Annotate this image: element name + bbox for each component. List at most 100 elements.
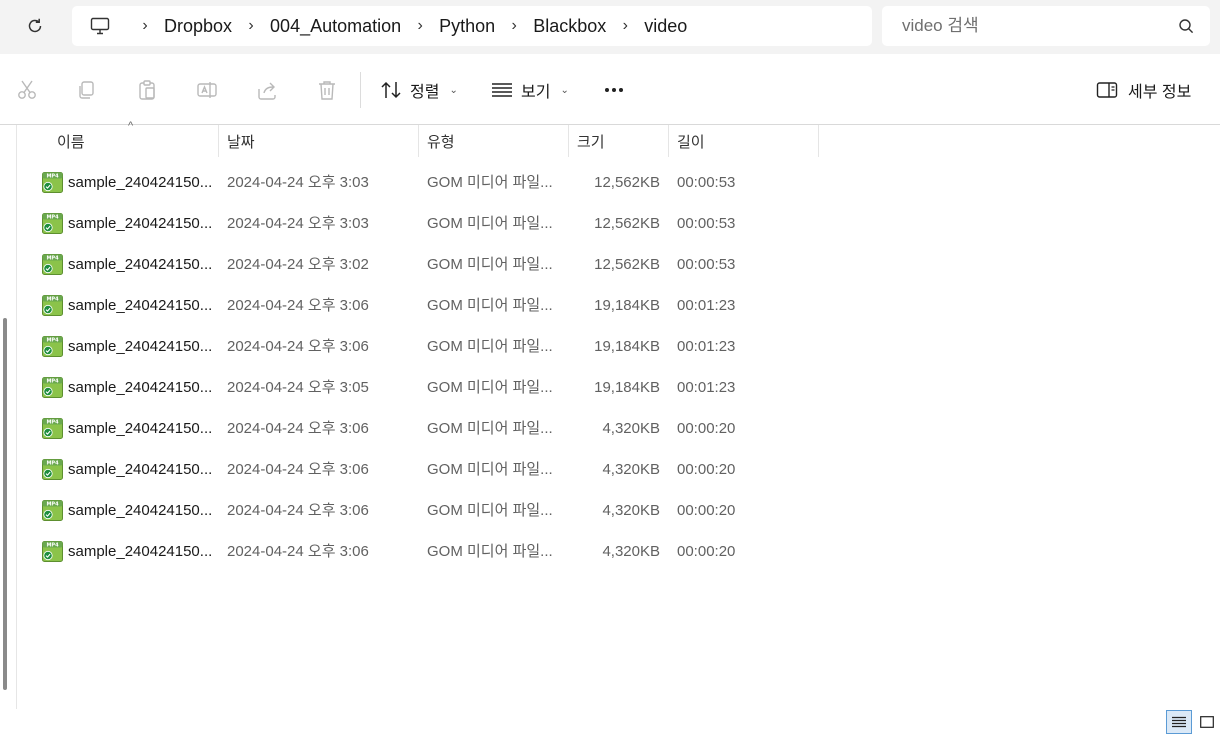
large-icons-view-toggle[interactable] — [1196, 710, 1218, 734]
view-button[interactable]: 보기 ⌄ — [491, 72, 569, 108]
trash-icon — [319, 81, 335, 100]
copy-icon — [79, 81, 94, 99]
refresh-button[interactable] — [18, 10, 52, 42]
file-length: 00:01:23 — [677, 379, 736, 396]
sort-icon — [381, 81, 401, 99]
file-type: GOM 미디어 파일... — [427, 502, 553, 519]
file-row[interactable]: MP4 sample_240424150... 2024-04-24 오후 3:06… — [36, 531, 816, 572]
file-explorer-window: › Dropbox › 004_Automation › Python › Bl… — [0, 0, 1220, 734]
cut-button[interactable] — [13, 76, 41, 104]
share-button[interactable] — [253, 76, 281, 104]
column-header-length-label: 길이 — [677, 133, 705, 151]
mp4-icon-label: MP4 — [46, 461, 59, 467]
breadcrumb: › Dropbox › 004_Automation › Python › Bl… — [72, 6, 872, 46]
file-type: GOM 미디어 파일... — [427, 461, 553, 478]
search-box[interactable] — [882, 6, 1210, 46]
file-row[interactable]: MP4 sample_240424150... 2024-04-24 오후 3:03… — [36, 162, 816, 203]
file-row[interactable]: MP4 sample_240424150... 2024-04-24 오후 3:06… — [36, 490, 816, 531]
clipboard-icon — [139, 80, 155, 100]
chevron-right-icon[interactable]: › — [608, 6, 642, 46]
search-icon[interactable] — [1178, 18, 1194, 34]
chevron-right-icon[interactable]: › — [128, 6, 162, 46]
file-length: 00:01:23 — [677, 338, 736, 355]
file-size: 12,562KB — [594, 256, 660, 273]
copy-button[interactable] — [73, 76, 101, 104]
file-row[interactable]: MP4 sample_240424150... 2024-04-24 오후 3:02… — [36, 244, 816, 285]
refresh-icon — [28, 18, 42, 33]
file-type: GOM 미디어 파일... — [427, 379, 553, 396]
file-length: 00:01:23 — [677, 297, 736, 314]
file-name[interactable]: sample_240424150... — [68, 285, 212, 326]
file-row[interactable]: MP4 sample_240424150... 2024-04-24 오후 3:06… — [36, 285, 816, 326]
column-divider[interactable] — [218, 125, 219, 157]
file-size: 12,562KB — [594, 215, 660, 232]
file-date: 2024-04-24 오후 3:06 — [227, 543, 369, 560]
column-divider[interactable] — [418, 125, 419, 157]
this-pc-button[interactable] — [72, 6, 128, 46]
more-icon — [605, 88, 609, 92]
file-name[interactable]: sample_240424150... — [68, 162, 212, 203]
file-date: 2024-04-24 오후 3:03 — [227, 215, 369, 232]
file-length: 00:00:20 — [677, 543, 736, 560]
file-row[interactable]: MP4 sample_240424150... 2024-04-24 오후 3:03… — [36, 203, 816, 244]
file-name[interactable]: sample_240424150... — [68, 408, 212, 449]
column-header-date[interactable]: 날짜 — [227, 125, 417, 157]
mp4-video-icon: MP4 — [42, 254, 63, 275]
search-input[interactable] — [882, 16, 1162, 36]
chevron-down-icon: ⌄ — [560, 84, 569, 96]
more-options-button[interactable] — [598, 72, 630, 108]
chevron-right-icon[interactable]: › — [403, 6, 437, 46]
mp4-icon-label: MP4 — [46, 502, 59, 508]
column-divider[interactable] — [818, 125, 819, 157]
file-size: 12,562KB — [594, 174, 660, 191]
mp4-video-icon: MP4 — [42, 459, 63, 480]
column-divider[interactable] — [668, 125, 669, 157]
file-date: 2024-04-24 오후 3:02 — [227, 256, 369, 273]
column-header-name[interactable]: 이름 — [57, 125, 217, 157]
paste-button[interactable] — [133, 76, 161, 104]
column-header-type[interactable]: 유형 — [427, 125, 567, 157]
file-type: GOM 미디어 파일... — [427, 174, 553, 191]
file-name[interactable]: sample_240424150... — [68, 490, 212, 531]
more-icon — [619, 88, 623, 92]
delete-button[interactable] — [313, 76, 341, 104]
file-name[interactable]: sample_240424150... — [68, 367, 212, 408]
view-label: 보기 — [521, 84, 551, 101]
breadcrumb-item-dropbox[interactable]: Dropbox — [162, 6, 234, 46]
file-date: 2024-04-24 오후 3:06 — [227, 297, 369, 314]
chevron-right-icon[interactable]: › — [497, 6, 531, 46]
file-length: 00:00:53 — [677, 174, 736, 191]
file-size: 19,184KB — [594, 379, 660, 396]
share-icon — [258, 82, 276, 100]
file-row[interactable]: MP4 sample_240424150... 2024-04-24 오후 3:05… — [36, 367, 816, 408]
breadcrumb-item-python[interactable]: Python — [437, 6, 497, 46]
breadcrumb-item-blackbox[interactable]: Blackbox — [531, 6, 608, 46]
sort-button[interactable]: 정렬 ⌄ — [380, 72, 458, 108]
chevron-right-icon[interactable]: › — [234, 6, 268, 46]
details-pane-button[interactable]: 세부 정보 — [1096, 72, 1191, 108]
mp4-video-icon: MP4 — [42, 418, 63, 439]
file-name[interactable]: sample_240424150... — [68, 244, 212, 285]
column-divider[interactable] — [568, 125, 569, 157]
column-header-size[interactable]: 크기 — [577, 125, 667, 157]
file-length: 00:00:20 — [677, 420, 736, 437]
details-view-toggle[interactable] — [1166, 710, 1192, 734]
mp4-icon-label: MP4 — [46, 420, 59, 426]
file-date: 2024-04-24 오후 3:06 — [227, 420, 369, 437]
file-row[interactable]: MP4 sample_240424150... 2024-04-24 오후 3:06… — [36, 326, 816, 367]
file-name[interactable]: sample_240424150... — [68, 326, 212, 367]
mp4-video-icon: MP4 — [42, 336, 63, 357]
file-size: 4,320KB — [602, 420, 660, 437]
file-row[interactable]: MP4 sample_240424150... 2024-04-24 오후 3:06… — [36, 449, 816, 490]
nav-pane-scrollbar[interactable] — [3, 318, 7, 690]
file-name[interactable]: sample_240424150... — [68, 203, 212, 244]
breadcrumb-item-video[interactable]: video — [642, 6, 689, 46]
file-name[interactable]: sample_240424150... — [68, 449, 212, 490]
column-header-length[interactable]: 길이 — [677, 125, 817, 157]
nav-pane-divider[interactable] — [16, 125, 17, 709]
breadcrumb-item-004-automation[interactable]: 004_Automation — [268, 6, 403, 46]
rename-button[interactable] — [193, 76, 221, 104]
tiles-view-icon — [1200, 716, 1214, 728]
file-name[interactable]: sample_240424150... — [68, 531, 212, 572]
file-row[interactable]: MP4 sample_240424150... 2024-04-24 오후 3:06… — [36, 408, 816, 449]
